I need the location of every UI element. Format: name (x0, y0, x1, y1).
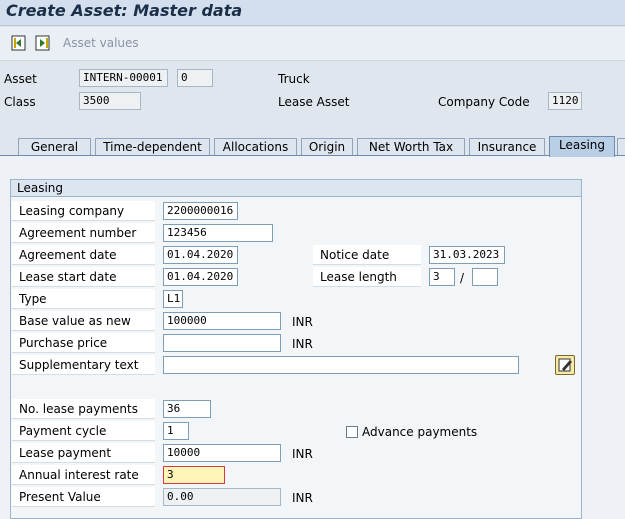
agreement-date-label: Agreement date (12, 245, 155, 265)
supplementary-text-label: Supplementary text (12, 355, 155, 375)
company-code-field[interactable]: 1120 (548, 92, 582, 110)
agreement-date-field[interactable]: 01.04.2020 (163, 246, 238, 264)
lease-start-date-label: Lease start date (12, 267, 155, 287)
advance-payments-label: Advance payments (362, 425, 478, 439)
lease-start-date-field[interactable]: 01.04.2020 (163, 268, 238, 286)
base-value-label: Base value as new (12, 311, 155, 331)
annual-interest-rate-label: Annual interest rate (12, 465, 155, 485)
page-title: Create Asset: Master data (6, 1, 243, 20)
purchase-price-label: Purchase price (12, 333, 155, 353)
tab-time-dependent[interactable]: Time-dependent (95, 138, 210, 156)
application-toolbar: Asset values (0, 27, 625, 61)
tab-insurance[interactable]: Insurance (469, 138, 545, 156)
tab-net-worth-tax[interactable]: Net Worth Tax (357, 138, 465, 156)
asset-number-field[interactable]: INTERN-00001 (79, 69, 168, 87)
base-value-currency: INR (292, 315, 313, 329)
class-label: Class (4, 95, 36, 109)
lease-payment-label: Lease payment (12, 443, 155, 463)
tab-allocations[interactable]: Allocations (214, 138, 297, 156)
leasing-company-field[interactable]: 2200000016 (163, 202, 238, 220)
present-value-currency: INR (292, 491, 313, 505)
edit-text-button[interactable] (555, 355, 575, 375)
base-value-field[interactable]: 100000 (163, 312, 281, 330)
asset-label: Asset (4, 72, 37, 86)
tab-strip: General Time-dependent Allocations Origi… (0, 128, 625, 157)
supplementary-text-field[interactable] (163, 356, 519, 374)
company-code-label: Company Code (438, 95, 530, 109)
leasing-group-title: Leasing (10, 179, 582, 197)
lease-length-periods-field[interactable] (472, 268, 498, 286)
next-screen-icon[interactable] (35, 35, 51, 51)
notice-date-label: Notice date (313, 245, 421, 265)
lease-length-years-field[interactable]: 3 (429, 268, 455, 286)
no-lease-payments-label: No. lease payments (12, 399, 155, 419)
tab-scroll-handle[interactable] (617, 138, 625, 156)
lease-payment-currency: INR (292, 447, 313, 461)
tab-general[interactable]: General (18, 138, 91, 156)
leasing-company-label: Leasing company (12, 201, 155, 221)
agreement-number-field[interactable]: 123456 (163, 224, 273, 242)
payment-cycle-field[interactable]: 1 (163, 422, 189, 440)
type-field[interactable]: L1 (163, 290, 183, 308)
asset-subnumber-field[interactable]: 0 (177, 69, 213, 87)
present-value-label: Present Value (12, 487, 155, 507)
advance-payments-checkbox[interactable] (346, 426, 358, 438)
purchase-price-field[interactable] (163, 334, 281, 352)
type-label: Type (12, 289, 155, 309)
class-description: Lease Asset (278, 95, 350, 109)
present-value-field[interactable]: 0.00 (163, 488, 281, 506)
previous-screen-icon[interactable] (11, 35, 27, 51)
agreement-number-label: Agreement number (12, 223, 155, 243)
purchase-price-currency: INR (292, 337, 313, 351)
title-bar: Create Asset: Master data (0, 0, 625, 26)
tab-origin[interactable]: Origin (301, 138, 353, 156)
asset-description: Truck (278, 72, 310, 86)
lease-length-label: Lease length (313, 267, 421, 287)
notice-date-field[interactable]: 31.03.2023 (429, 246, 505, 264)
pencil-icon (558, 358, 572, 372)
asset-values-button[interactable]: Asset values (63, 36, 139, 50)
tab-leasing[interactable]: Leasing (549, 136, 615, 157)
class-field[interactable]: 3500 (79, 92, 141, 110)
lease-length-separator: / (460, 271, 465, 285)
lease-payment-field[interactable]: 10000 (163, 444, 281, 462)
annual-interest-rate-field[interactable]: 3 (163, 466, 225, 484)
payment-cycle-label: Payment cycle (12, 421, 155, 441)
no-lease-payments-field[interactable]: 36 (163, 400, 211, 418)
